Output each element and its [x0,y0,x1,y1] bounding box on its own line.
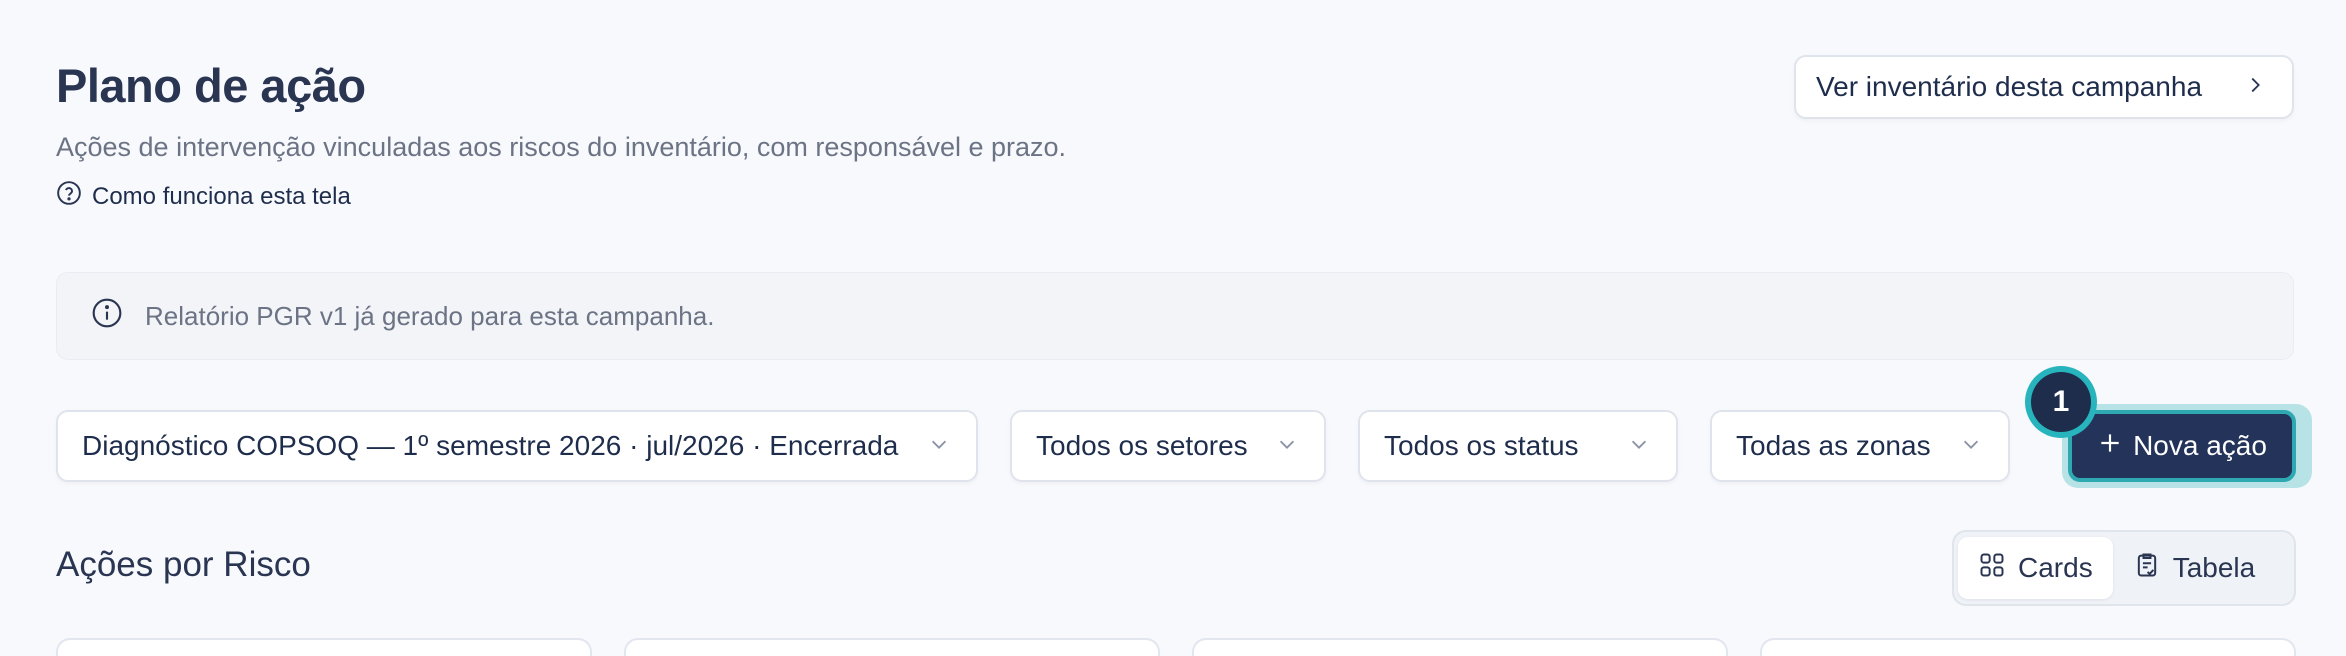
chevron-down-icon [928,430,950,462]
clipboard-check-icon [2133,551,2161,586]
view-table-label: Tabela [2172,552,2256,583]
view-inventory-label: Ver inventário desta campanha [1816,71,2203,102]
risk-card[interactable] [56,638,592,656]
chevron-down-icon [1628,430,1650,462]
campaign-select-value: Diagnóstico COPSOQ — 1º semestre 2026 · … [82,430,899,461]
status-select-value: Todos os status [1384,430,1579,461]
grid-icon [1978,551,2006,586]
page-title: Plano de ação [56,59,366,112]
view-cards-label: Cards [2018,552,2093,583]
view-table-button[interactable]: Tabela [2113,537,2276,599]
info-banner: Relatório PGR v1 já gerado para esta cam… [56,272,2294,360]
status-select[interactable]: Todos os status [1358,410,1678,482]
campaign-select[interactable]: Diagnóstico COPSOQ — 1º semestre 2026 · … [56,410,978,482]
plus-icon [2097,430,2123,463]
risk-card[interactable] [1760,638,2296,656]
view-cards-button[interactable]: Cards [1958,537,2113,599]
chevron-down-icon [1276,430,1298,462]
step-badge: 1 [2025,366,2097,438]
step-badge-number: 1 [2031,372,2091,432]
question-circle-icon [56,180,82,213]
risk-card[interactable] [1192,638,1728,656]
view-toggle: Cards Tabela [1952,530,2296,606]
help-link[interactable]: Como funciona esta tela [56,180,351,213]
new-action-label: Nova ação [2133,430,2267,461]
new-action-button[interactable]: Nova ação [2068,410,2296,482]
chevron-right-icon [2244,71,2266,103]
view-inventory-button[interactable]: Ver inventário desta campanha [1794,55,2294,119]
help-link-label: Como funciona esta tela [92,182,351,210]
zone-select[interactable]: Todas as zonas [1710,410,2010,482]
sector-select[interactable]: Todos os setores [1010,410,1326,482]
section-title: Ações por Risco [56,545,311,584]
sector-select-value: Todos os setores [1036,430,1248,461]
info-banner-text: Relatório PGR v1 já gerado para esta cam… [145,300,715,331]
info-icon [91,297,123,336]
zone-select-value: Todas as zonas [1736,430,1931,461]
risk-card[interactable] [624,638,1160,656]
chevron-down-icon [1960,430,1982,462]
page-subtitle: Ações de intervenção vinculadas aos risc… [56,132,1067,162]
